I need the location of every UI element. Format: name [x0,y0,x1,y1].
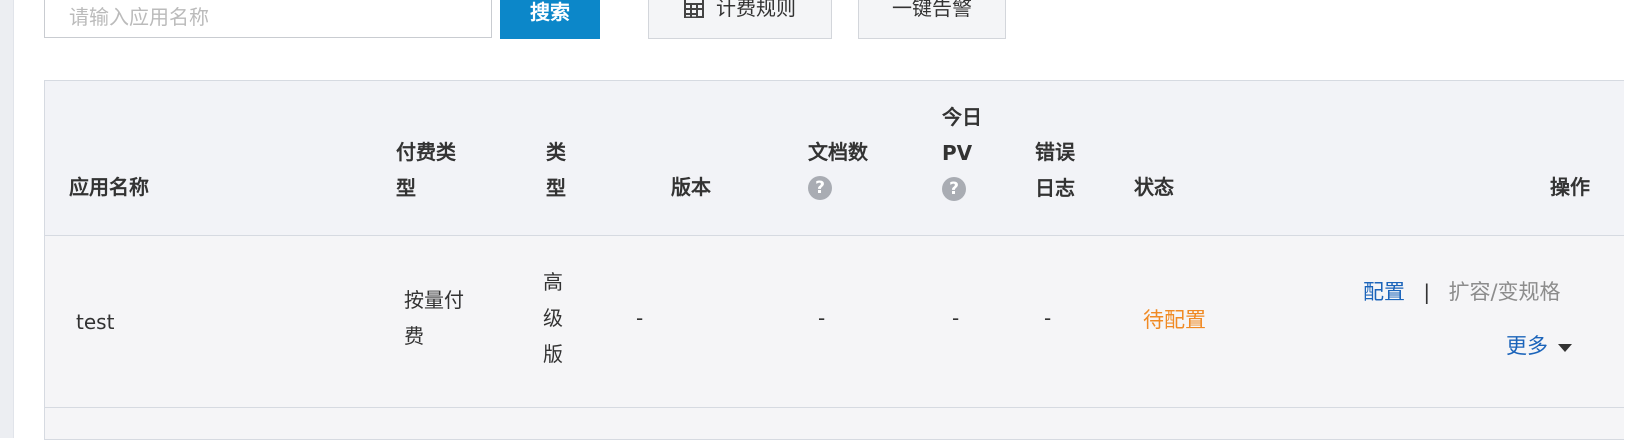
col-actions: 操作 [1550,175,1590,199]
col-pay-type-line2: 型 [396,176,416,200]
type-line1: 高 [543,270,563,294]
today-pv-help-icon[interactable]: ? [942,177,966,201]
scale-spec-link[interactable]: 扩容/变规格 [1448,280,1560,304]
left-rail [0,0,14,438]
pay-type-line2: 费 [404,324,424,348]
table-row: test 按量付 费 高 级 版 - - - - 待配置 配置 | 扩容/变规格… [45,236,1624,408]
table-header: 应用名称 付费类 型 类 型 版本 文档数 ? 今日 PV ? 错误 日志 状态… [45,81,1624,236]
col-version: 版本 [671,175,711,199]
pay-type-line1: 按量付 [404,288,464,312]
search-input[interactable] [44,0,492,38]
action-separator: | [1423,280,1431,304]
type-line3: 版 [543,342,563,366]
col-today-pv-line2: PV [942,141,973,165]
doc-count-cell: - [818,306,826,330]
version-cell: - [636,306,644,330]
col-type: 类 型 [546,134,566,206]
col-doc-count-label: 文档数 [808,140,868,164]
col-type-line2: 型 [546,176,566,200]
one-click-alert-label: 一键告警 [892,0,972,20]
col-today-pv-line1: 今日 [942,105,982,129]
col-error-log-line1: 错误 [1035,140,1075,164]
more-label: 更多 [1506,334,1548,358]
pay-type-cell: 按量付 费 [404,282,464,354]
caret-down-icon [1558,343,1572,352]
app-table: 应用名称 付费类 型 类 型 版本 文档数 ? 今日 PV ? 错误 日志 状态… [44,80,1624,440]
col-pay-type: 付费类 型 [396,134,456,206]
row-actions: 配置 | 扩容/变规格 [1363,274,1561,310]
col-type-line1: 类 [546,140,566,164]
error-log-cell: - [1044,306,1052,330]
col-error-log: 错误 日志 [1035,134,1075,206]
app-name-cell: test [76,310,115,334]
doc-count-help-icon[interactable]: ? [808,176,832,200]
col-status: 状态 [1134,175,1174,199]
billing-rules-label: 计费规则 [716,0,796,20]
search-button[interactable]: 搜索 [500,0,600,39]
col-error-log-line2: 日志 [1035,176,1075,200]
type-cell: 高 级 版 [543,264,563,372]
col-doc-count: 文档数 ? [808,134,868,200]
type-line2: 级 [543,306,563,330]
calculator-icon [684,0,704,18]
billing-rules-button[interactable]: 计费规则 [648,0,832,39]
one-click-alert-button[interactable]: 一键告警 [858,0,1006,39]
today-pv-cell: - [952,306,960,330]
col-app-name: 应用名称 [69,175,149,199]
status-badge: 待配置 [1143,308,1206,332]
col-pay-type-line1: 付费类 [396,140,456,164]
config-link[interactable]: 配置 [1363,280,1405,304]
col-today-pv: 今日 PV ? [942,99,982,201]
more-dropdown[interactable]: 更多 [1506,328,1572,364]
